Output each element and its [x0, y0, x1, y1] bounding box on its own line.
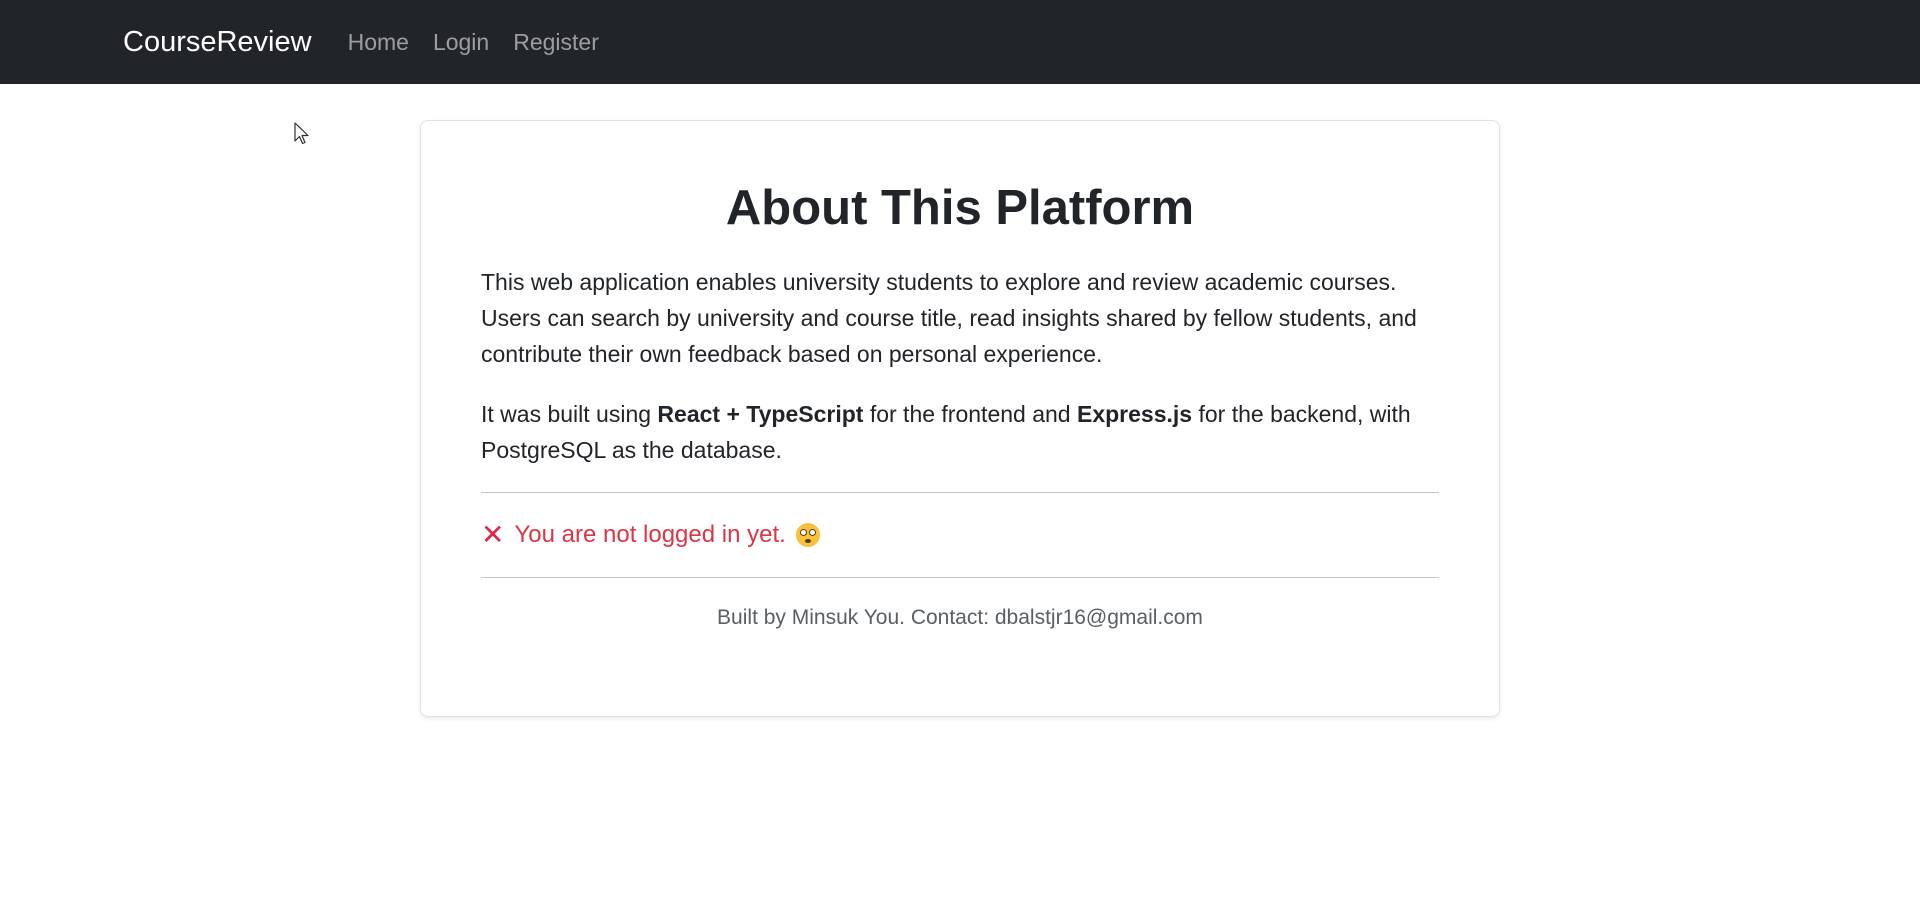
mouse-cursor-icon — [294, 122, 309, 145]
flushed-face-icon — [795, 522, 820, 547]
login-status-text: You are not logged in yet. — [514, 520, 786, 548]
description-paragraph: This web application enables university … — [481, 268, 1417, 367]
nav-link-register[interactable]: Register — [513, 29, 599, 56]
divider-bottom — [481, 576, 1439, 578]
tech-text-2: for the frontend and — [863, 400, 1077, 427]
nav-link-login[interactable]: Login — [433, 29, 489, 56]
page-title: About This Platform — [725, 181, 1195, 235]
login-status: ✕ You are not logged in yet. — [481, 493, 1439, 577]
tech-text-1: It was built using — [481, 400, 658, 427]
navbar: CourseReview Home Login Register — [0, 0, 1920, 84]
footer-credit: Built by Minsuk You. Contact: dbalstjr16… — [717, 605, 1203, 629]
brand-link[interactable]: CourseReview — [123, 26, 312, 59]
x-icon: ✕ — [481, 519, 505, 551]
about-card: About This Platform This web application… — [420, 120, 1500, 717]
tech-frontend: React + TypeScript — [657, 400, 864, 427]
nav-link-home[interactable]: Home — [348, 29, 409, 56]
tech-stack-paragraph: It was built using React + TypeScript fo… — [481, 396, 1439, 468]
tech-backend: Express.js — [1076, 400, 1193, 427]
